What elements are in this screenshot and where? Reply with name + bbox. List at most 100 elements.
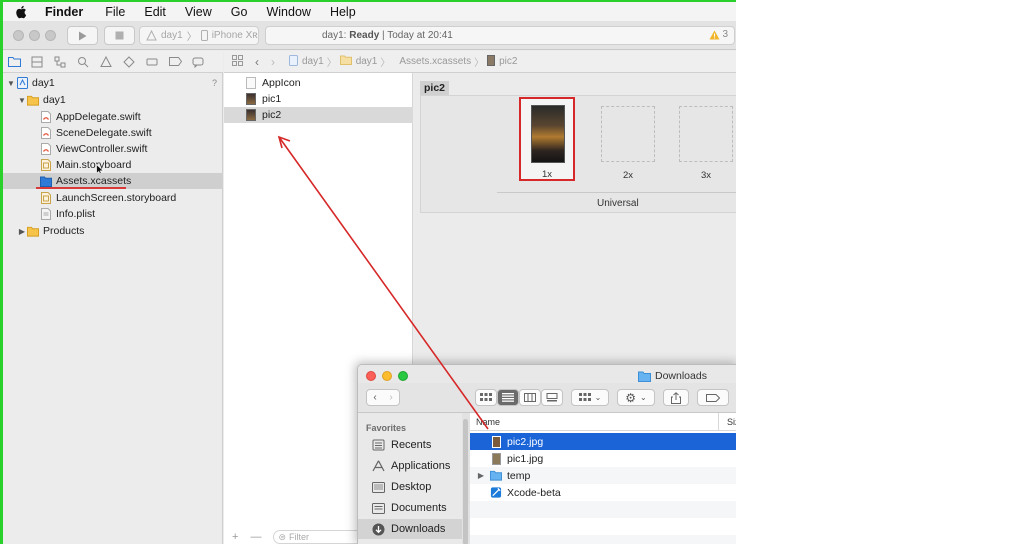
file-row-pic1[interactable]: pic1.jpg <box>470 450 736 467</box>
warning-indicator[interactable]: 3 <box>709 29 728 40</box>
xcode-app-icon <box>490 486 502 499</box>
menu-app-finder[interactable]: Finder <box>45 5 83 19</box>
action-menu-button[interactable]: ⚙ ⌄ <box>617 389 655 406</box>
sidebar-scrollbar[interactable] <box>462 413 470 544</box>
asset-row-pic2[interactable]: pic2 <box>224 107 413 123</box>
slot-3x-empty[interactable] <box>679 106 733 162</box>
related-items-icon[interactable] <box>232 54 243 69</box>
column-view-button[interactable] <box>519 389 541 406</box>
nav-file-main-storyboard[interactable]: Main.storyboard <box>3 157 223 176</box>
nav-row-group[interactable]: ▼ day1 <box>3 92 223 108</box>
share-icon <box>671 391 681 404</box>
nav-file-label: ViewController.swift <box>56 143 148 155</box>
sidebar-item-desktop[interactable]: Desktop <box>358 477 462 497</box>
gallery-view-button[interactable] <box>541 389 563 406</box>
slot-2x-empty[interactable] <box>601 106 655 162</box>
breakpoint-navigator-icon[interactable] <box>168 55 182 69</box>
sidebar-item-applications[interactable]: Applications <box>358 456 462 476</box>
jump-crumb-project[interactable]: day1 <box>302 56 324 67</box>
apple-icon[interactable] <box>15 5 29 19</box>
stop-button[interactable] <box>104 26 135 45</box>
sidebar-item-downloads[interactable]: Downloads <box>358 519 462 539</box>
edit-tags-button[interactable] <box>697 389 729 406</box>
menu-window[interactable]: Window <box>266 5 310 19</box>
menu-file[interactable]: File <box>105 5 125 19</box>
jump-crumb-assets[interactable]: Assets.xcassets <box>399 56 471 67</box>
run-button[interactable] <box>67 26 98 45</box>
report-navigator-icon[interactable] <box>191 55 205 69</box>
file-row-xcode-beta[interactable]: Xcode-beta <box>470 484 736 501</box>
chevron-right-icon: 〉 <box>474 58 485 69</box>
finder-back-forward[interactable]: ‹ › <box>366 389 400 406</box>
appicon-set-icon <box>246 77 256 89</box>
test-navigator-icon[interactable] <box>122 55 136 69</box>
add-asset-button[interactable]: + <box>232 531 238 543</box>
device-name: iPhone Xʀ <box>211 30 258 41</box>
menu-view[interactable]: View <box>185 5 212 19</box>
image-set-slots: 1x 2x 3x Universal <box>420 95 736 213</box>
warning-icon <box>709 30 720 39</box>
group-icon <box>578 393 591 401</box>
image-set-title[interactable]: pic2 <box>420 81 450 95</box>
nav-project-name: day1 <box>32 77 55 89</box>
back-arrow-icon[interactable]: ‹ <box>373 392 376 403</box>
group-by-button[interactable]: ⌄ <box>571 389 609 406</box>
column-header-size[interactable]: Siz <box>718 413 736 431</box>
iphone-icon <box>200 30 208 41</box>
scrollbar-thumb[interactable] <box>463 419 468 544</box>
disclosure-open-icon[interactable]: ▼ <box>17 96 27 105</box>
image-set-icon <box>246 109 256 121</box>
recents-icon <box>372 439 385 451</box>
nav-row-project[interactable]: ▼ day1 ? <box>3 75 223 91</box>
minimize-window-button[interactable] <box>29 30 40 41</box>
icon-view-button[interactable] <box>475 389 497 406</box>
asset-row-appicon[interactable]: AppIcon <box>224 75 413 91</box>
nav-file-appdelegate[interactable]: AppDelegate.swift <box>3 109 223 125</box>
menu-edit[interactable]: Edit <box>144 5 166 19</box>
sidebar-item-documents[interactable]: Documents <box>358 498 462 518</box>
file-row-pic2[interactable]: pic2.jpg <box>470 433 736 450</box>
list-view-button[interactable] <box>497 389 519 406</box>
column-header-name[interactable]: Name <box>476 417 500 427</box>
forward-arrow-icon[interactable]: › <box>271 55 275 69</box>
issue-navigator-icon[interactable] <box>99 55 113 69</box>
menu-help[interactable]: Help <box>330 5 356 19</box>
nav-file-scenedelegate[interactable]: SceneDelegate.swift <box>3 125 223 141</box>
remove-asset-button[interactable]: — <box>250 531 261 543</box>
jump-crumb-group[interactable]: day1 <box>356 56 378 67</box>
back-arrow-icon[interactable]: ‹ <box>255 55 259 69</box>
slot-1x-filled[interactable]: 1x <box>519 97 575 181</box>
blank-margin <box>736 0 1024 544</box>
scheme-selector[interactable]: day1 〉 iPhone Xʀ <box>139 26 259 45</box>
swift-file-icon <box>40 143 52 155</box>
disclosure-closed-icon[interactable]: ▶ <box>17 227 27 236</box>
disclosure-closed-icon[interactable]: ▶ <box>472 471 490 480</box>
close-window-button[interactable] <box>13 30 24 41</box>
stop-icon <box>115 31 124 40</box>
symbol-navigator-icon[interactable] <box>53 55 67 69</box>
nav-file-info-plist[interactable]: Info.plist <box>3 206 223 222</box>
file-row-temp[interactable]: ▶ temp <box>470 467 736 484</box>
forward-arrow-icon[interactable]: › <box>389 392 392 403</box>
share-button[interactable] <box>663 389 689 406</box>
find-navigator-icon[interactable] <box>76 55 90 69</box>
sidebar-item-recents[interactable]: Recents <box>358 435 462 455</box>
jump-crumb-asset[interactable]: pic2 <box>499 56 517 67</box>
zoom-window-button[interactable] <box>45 30 56 41</box>
nav-row-products[interactable]: ▶ Products <box>3 223 223 239</box>
nav-file-label: Main.storyboard <box>56 159 132 171</box>
finder-zoom-button[interactable] <box>398 371 408 381</box>
idiom-divider <box>497 192 736 193</box>
finder-minimize-button[interactable] <box>382 371 392 381</box>
nav-file-launchscreen[interactable]: LaunchScreen.storyboard <box>3 190 223 206</box>
source-control-navigator-icon[interactable] <box>30 55 44 69</box>
nav-file-label: SceneDelegate.swift <box>56 127 152 139</box>
nav-file-viewcontroller[interactable]: ViewController.swift <box>3 141 223 157</box>
finder-close-button[interactable] <box>366 371 376 381</box>
disclosure-open-icon[interactable]: ▼ <box>6 79 16 88</box>
list-header: Name Siz <box>470 413 736 431</box>
debug-navigator-icon[interactable] <box>145 55 159 69</box>
menu-go[interactable]: Go <box>231 5 248 19</box>
asset-row-pic1[interactable]: pic1 <box>224 91 413 107</box>
project-navigator-icon[interactable] <box>7 55 21 69</box>
